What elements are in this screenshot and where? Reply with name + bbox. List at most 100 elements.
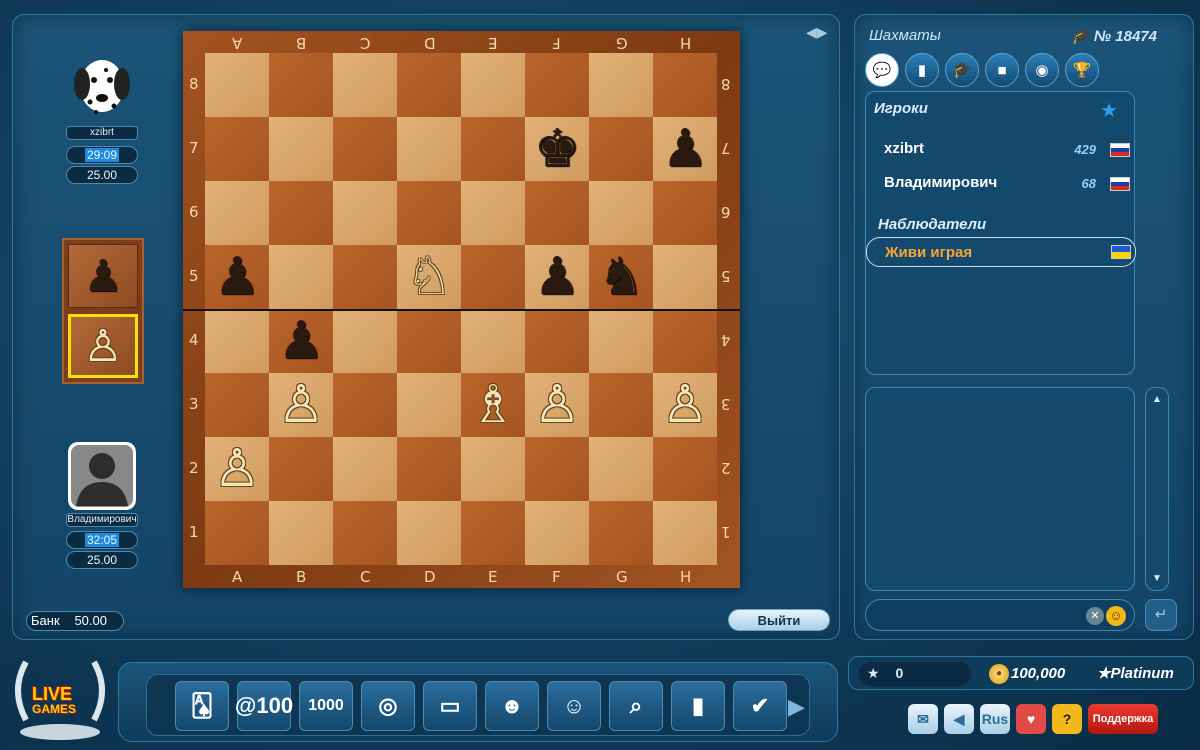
square-a7[interactable] [205, 117, 269, 181]
at100-icon[interactable]: @100 [235, 681, 293, 731]
square-f5[interactable]: ♟ [525, 245, 589, 309]
square-d5[interactable]: ♘ [397, 245, 461, 309]
language-button[interactable]: Rus [980, 704, 1010, 734]
smiley-icon[interactable]: ☺ [1106, 606, 1126, 626]
white-pawn-piece[interactable]: ♙ [662, 379, 709, 431]
sound-icon[interactable]: ◀ [944, 704, 974, 734]
white-pawn-piece[interactable]: ♙ [214, 443, 261, 495]
square-a1[interactable] [205, 501, 269, 565]
square-e6[interactable] [461, 181, 525, 245]
black-knight-piece[interactable]: ♞ [598, 251, 645, 303]
square-c2[interactable] [333, 437, 397, 501]
square-b4[interactable]: ♟ [269, 309, 333, 373]
square-d7[interactable] [397, 117, 461, 181]
square-f6[interactable] [525, 181, 589, 245]
square-h1[interactable] [653, 501, 717, 565]
square-g6[interactable] [589, 181, 653, 245]
cap-icon[interactable]: 🎓 [945, 53, 979, 87]
square-a8[interactable] [205, 53, 269, 117]
square-g2[interactable] [589, 437, 653, 501]
black-pawn-piece[interactable]: ♟ [214, 251, 261, 303]
coin-icon[interactable]: ◎ [361, 681, 415, 731]
white-pawn-piece[interactable]: ♙ [534, 379, 581, 431]
square-h8[interactable] [653, 53, 717, 117]
square-d6[interactable] [397, 181, 461, 245]
white-bishop-piece[interactable]: ♗ [470, 379, 517, 431]
square-g1[interactable] [589, 501, 653, 565]
stats-icon[interactable]: ▮ [905, 53, 939, 87]
player-row[interactable]: Владимирович 68 [884, 174, 1134, 194]
square-h2[interactable] [653, 437, 717, 501]
square-a4[interactable] [205, 309, 269, 373]
square-f1[interactable] [525, 501, 589, 565]
square-c7[interactable] [333, 117, 397, 181]
square-d2[interactable] [397, 437, 461, 501]
square-b3[interactable]: ♙ [269, 373, 333, 437]
square-a3[interactable] [205, 373, 269, 437]
video-icon[interactable]: ■ [985, 53, 1019, 87]
square-g7[interactable] [589, 117, 653, 181]
send-button[interactable]: ↵ [1145, 599, 1177, 631]
square-c8[interactable] [333, 53, 397, 117]
clear-icon[interactable]: ✕ [1086, 607, 1104, 625]
chat-input[interactable]: ✕ ☺ [865, 599, 1135, 631]
square-f4[interactable] [525, 309, 589, 373]
square-a6[interactable] [205, 181, 269, 245]
square-e8[interactable] [461, 53, 525, 117]
square-b2[interactable] [269, 437, 333, 501]
right-arrow-icon[interactable]: ▶ [788, 694, 805, 720]
square-d3[interactable] [397, 373, 461, 437]
square-a2[interactable]: ♙ [205, 437, 269, 501]
watcher-row[interactable]: Живи играя [866, 237, 1136, 267]
chat-icon[interactable]: 💬 [865, 53, 899, 87]
white-knight-piece[interactable]: ♘ [406, 251, 453, 303]
square-f2[interactable] [525, 437, 589, 501]
square-b7[interactable] [269, 117, 333, 181]
search-icon[interactable]: ⌕ [609, 681, 663, 731]
player-row[interactable]: xzibrt 429 [884, 140, 1134, 160]
square-h6[interactable] [653, 181, 717, 245]
square-e5[interactable] [461, 245, 525, 309]
phone1000-icon[interactable]: 1000 [299, 681, 353, 731]
square-h4[interactable] [653, 309, 717, 373]
black-pawn-piece[interactable]: ♟ [534, 251, 581, 303]
square-g5[interactable]: ♞ [589, 245, 653, 309]
chat-scrollbar[interactable]: ▲ ▼ [1145, 387, 1169, 591]
check-icon[interactable]: ✔ [733, 681, 787, 731]
wallet-icon[interactable]: ▭ [423, 681, 477, 731]
square-g8[interactable] [589, 53, 653, 117]
square-h7[interactable]: ♟ [653, 117, 717, 181]
square-f3[interactable]: ♙ [525, 373, 589, 437]
panel-nav-arrows[interactable]: ◀▶ [806, 24, 832, 40]
square-h3[interactable]: ♙ [653, 373, 717, 437]
black-king-piece[interactable]: ♚ [534, 123, 581, 175]
chart-icon[interactable]: ▮ [671, 681, 725, 731]
square-c3[interactable] [333, 373, 397, 437]
exit-button[interactable]: Выйти [728, 609, 830, 631]
square-e3[interactable]: ♗ [461, 373, 525, 437]
support-button[interactable]: Поддержка [1088, 704, 1158, 734]
square-c6[interactable] [333, 181, 397, 245]
square-f7[interactable]: ♚ [525, 117, 589, 181]
square-f8[interactable] [525, 53, 589, 117]
white-pawn-piece[interactable]: ♙ [278, 379, 325, 431]
square-b1[interactable] [269, 501, 333, 565]
group-icon[interactable]: ☺ [547, 681, 601, 731]
scroll-up-icon[interactable]: ▲ [1146, 394, 1168, 405]
square-e4[interactable] [461, 309, 525, 373]
square-h5[interactable] [653, 245, 717, 309]
mail-icon[interactable]: ✉ [908, 704, 938, 734]
square-b5[interactable] [269, 245, 333, 309]
black-pawn-piece[interactable]: ♟ [278, 315, 325, 367]
square-c5[interactable] [333, 245, 397, 309]
heart-icon[interactable]: ♥ [1016, 704, 1046, 734]
square-d1[interactable] [397, 501, 461, 565]
square-d8[interactable] [397, 53, 461, 117]
square-e2[interactable] [461, 437, 525, 501]
square-a5[interactable]: ♟ [205, 245, 269, 309]
star-icon[interactable]: ★ [1100, 98, 1118, 123]
square-g3[interactable] [589, 373, 653, 437]
cards-icon[interactable]: 🂡 [175, 681, 229, 731]
square-c4[interactable] [333, 309, 397, 373]
black-pawn-piece[interactable]: ♟ [662, 123, 709, 175]
